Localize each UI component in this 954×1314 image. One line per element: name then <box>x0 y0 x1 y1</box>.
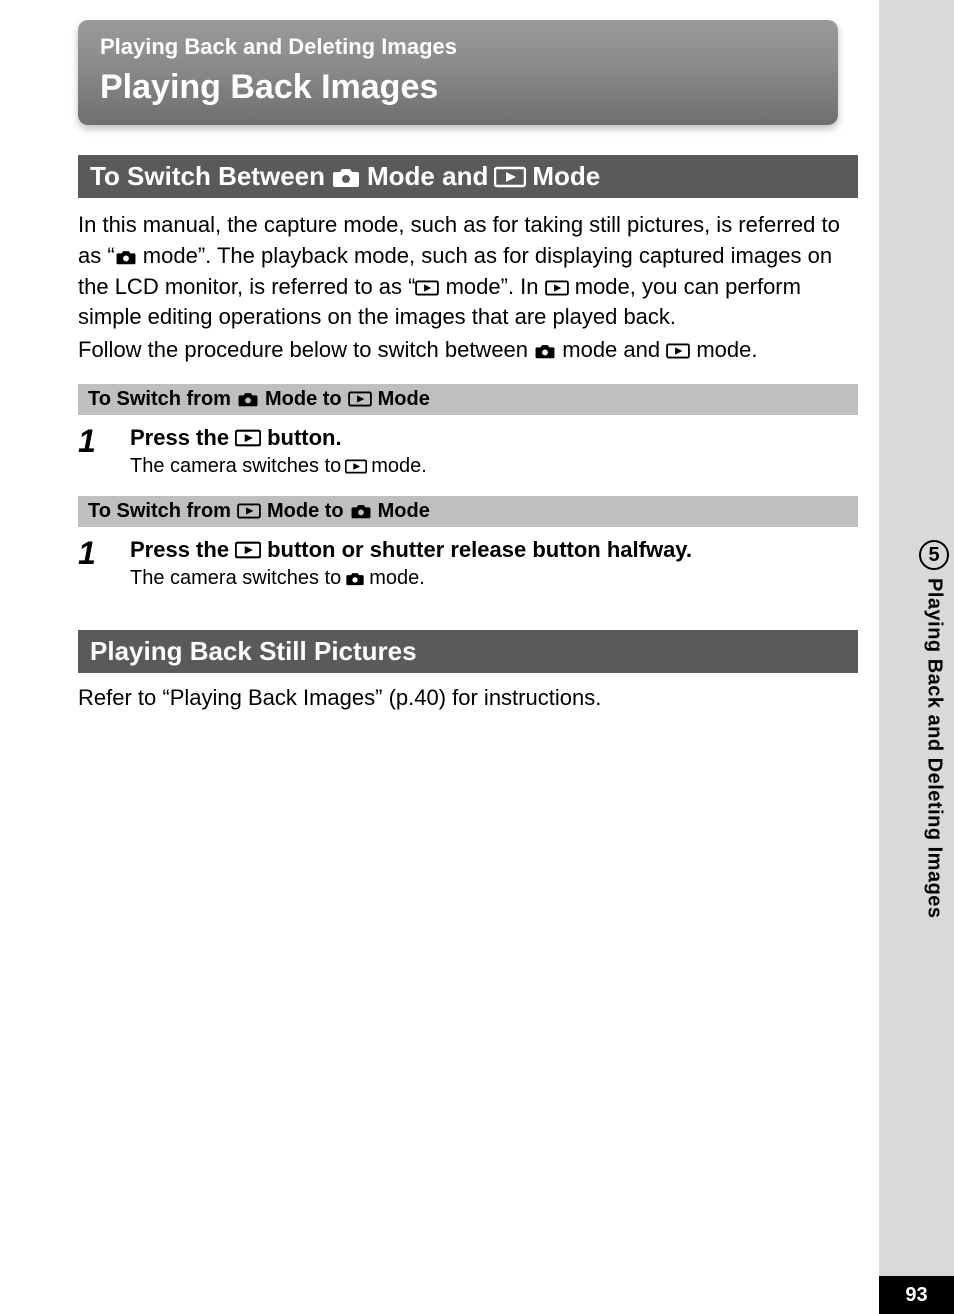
camera-icon <box>345 571 365 586</box>
sub-bar-camera-to-playback: To Switch from Mode to Mode <box>78 384 858 415</box>
text: Press the <box>130 425 229 451</box>
camera-icon <box>237 391 259 407</box>
camera-icon <box>350 503 372 519</box>
text: The camera switches to <box>130 455 341 478</box>
step-body: Press the button. The camera switches to… <box>130 425 858 478</box>
text: mode. <box>369 567 425 590</box>
body-paragraph: In this manual, the capture mode, such a… <box>78 210 858 333</box>
text: To Switch Between <box>90 161 325 192</box>
text: button. <box>267 425 342 451</box>
text: Mode and <box>367 161 488 192</box>
camera-icon <box>331 166 361 188</box>
step-row: 1 Press the button or shutter release bu… <box>78 537 858 590</box>
section-playing-back-still: Playing Back Still Pictures Refer to “Pl… <box>78 630 858 711</box>
body-paragraph: Follow the procedure below to switch bet… <box>78 335 858 366</box>
text: To Switch from <box>88 388 231 411</box>
text: Mode to <box>267 500 344 523</box>
step-body: Press the button or shutter release butt… <box>130 537 858 590</box>
step-number: 1 <box>78 537 108 590</box>
playback-icon <box>666 343 690 359</box>
content-area: Playing Back and Deleting Images Playing… <box>78 20 858 711</box>
page-number: 93 <box>879 1276 954 1314</box>
playback-icon <box>494 166 526 188</box>
text: Follow the procedure below to switch bet… <box>78 337 534 362</box>
playback-icon <box>348 391 372 407</box>
text: Press the <box>130 537 229 563</box>
playback-icon <box>545 280 569 296</box>
side-tab: 5 Playing Back and Deleting Images <box>914 540 954 1020</box>
banner-subtitle: Playing Back and Deleting Images <box>100 34 816 60</box>
text: Mode <box>532 161 600 192</box>
playback-icon <box>235 541 261 559</box>
playback-icon <box>235 429 261 447</box>
text: To Switch from <box>88 500 231 523</box>
chapter-number-badge: 5 <box>919 540 949 570</box>
text: button or shutter release button halfway… <box>267 537 692 563</box>
step-description: The camera switches to mode. <box>130 455 858 478</box>
step-description: The camera switches to mode. <box>130 567 858 590</box>
step-title: Press the button or shutter release butt… <box>130 537 858 563</box>
text: mode”. In <box>439 274 544 299</box>
manual-page: 5 Playing Back and Deleting Images 93 Pl… <box>0 0 954 1314</box>
text: Mode to <box>265 388 342 411</box>
step-row: 1 Press the button. The camera switches … <box>78 425 858 478</box>
playback-icon <box>237 503 261 519</box>
text: Playing Back Still Pictures <box>90 636 417 667</box>
title-banner: Playing Back and Deleting Images Playing… <box>78 20 838 125</box>
camera-icon <box>115 249 137 265</box>
section-bar-switch-modes: To Switch Between Mode and Mode <box>78 155 858 198</box>
step-title: Press the button. <box>130 425 858 451</box>
text: mode and <box>556 337 666 362</box>
side-tab-label: Playing Back and Deleting Images <box>923 578 946 919</box>
camera-icon <box>534 343 556 359</box>
text: mode. <box>371 455 427 478</box>
text: Mode <box>378 388 430 411</box>
text: Mode <box>378 500 430 523</box>
playback-icon <box>415 280 439 296</box>
playback-icon <box>345 459 367 474</box>
text: The camera switches to <box>130 567 341 590</box>
section-bar-still-pictures: Playing Back Still Pictures <box>78 630 858 673</box>
reference-text: Refer to “Playing Back Images” (p.40) fo… <box>78 685 858 711</box>
banner-title: Playing Back Images <box>100 68 816 107</box>
sub-bar-playback-to-camera: To Switch from Mode to Mode <box>78 496 858 527</box>
step-number: 1 <box>78 425 108 478</box>
text: mode. <box>690 337 757 362</box>
